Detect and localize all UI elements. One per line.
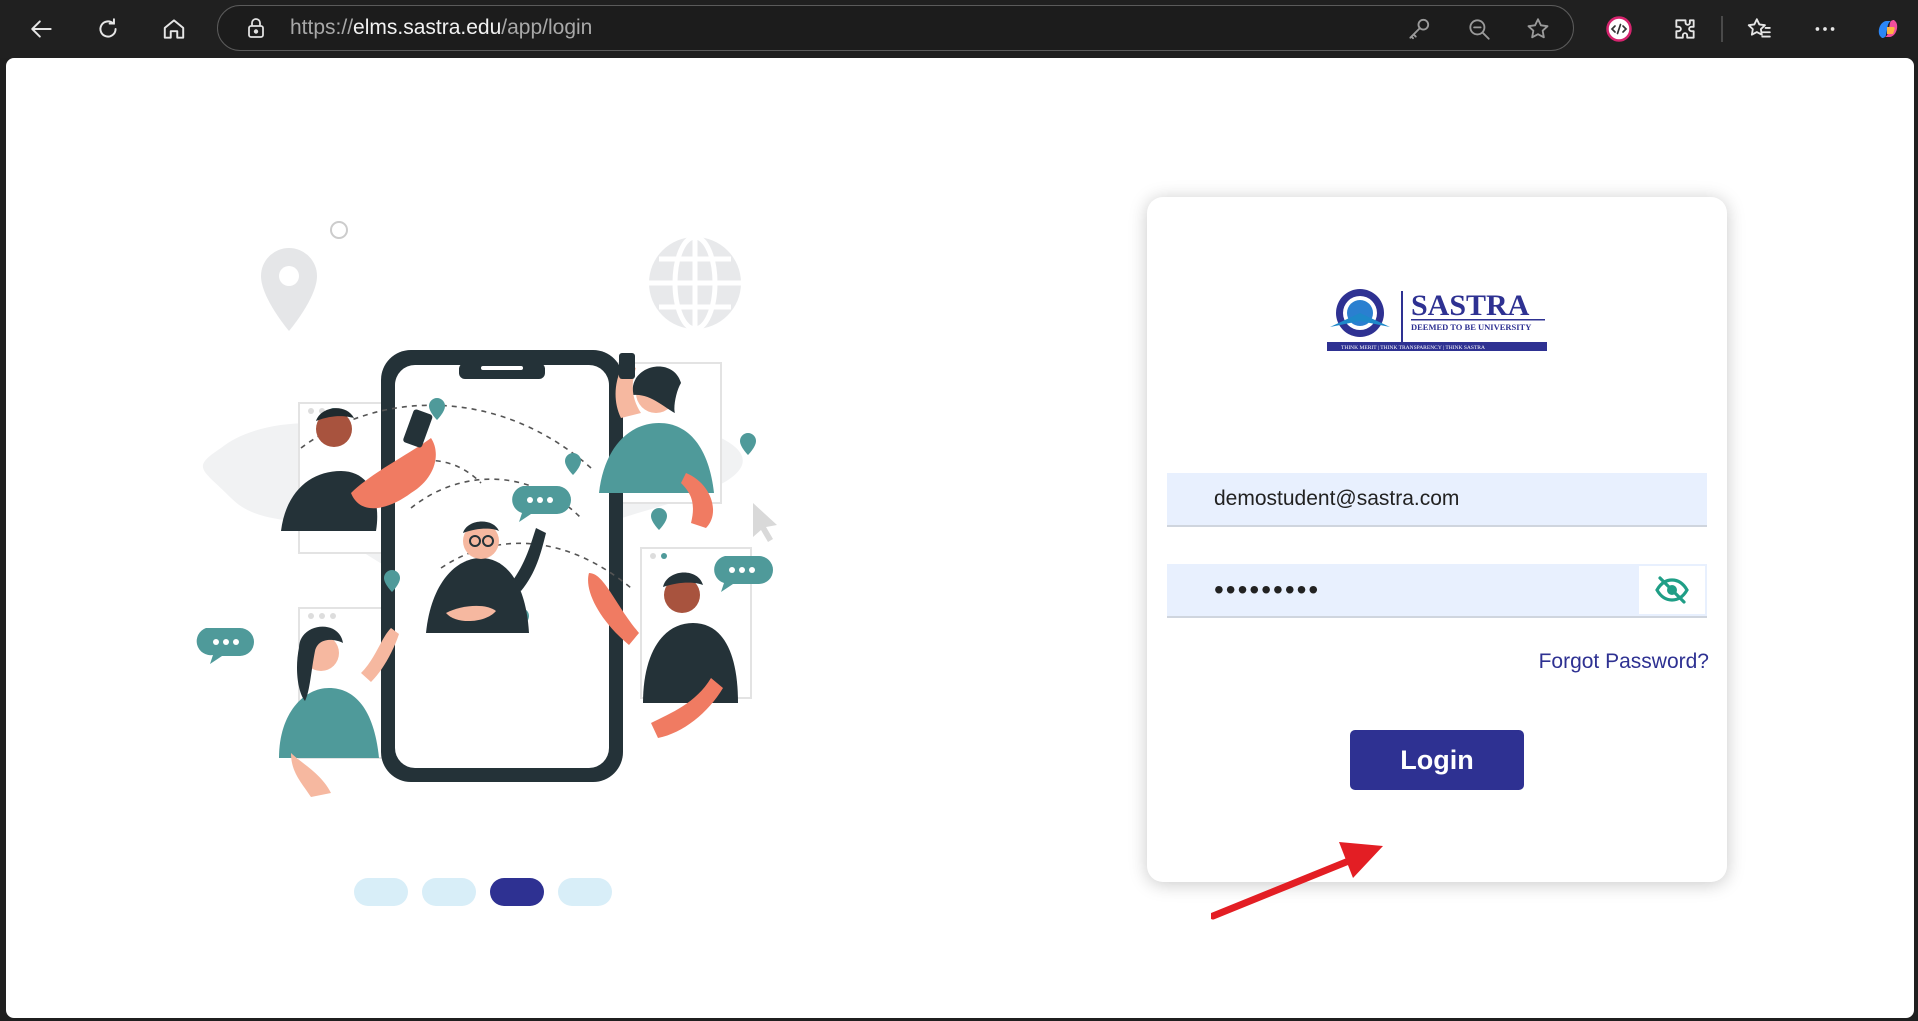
svg-text:SASTRA: SASTRA bbox=[1411, 289, 1530, 322]
favorites-icon[interactable] bbox=[1739, 9, 1779, 49]
login-button[interactable]: Login bbox=[1350, 730, 1524, 790]
password-field[interactable] bbox=[1167, 564, 1707, 618]
eye-slash-icon bbox=[1655, 576, 1689, 604]
carousel-dot[interactable] bbox=[354, 878, 408, 906]
zoom-out-icon[interactable] bbox=[1466, 16, 1492, 42]
svg-text:THINK MERIT | THINK TRANSPAREN: THINK MERIT | THINK TRANSPARENCY | THINK… bbox=[1341, 345, 1485, 351]
url-text[interactable]: https://elms.sastra.edu/app/login bbox=[290, 16, 592, 40]
address-bar[interactable]: https://elms.sastra.edu/app/login bbox=[217, 5, 1574, 51]
carousel-dot-active[interactable] bbox=[490, 878, 544, 906]
carousel-indicators bbox=[354, 878, 612, 906]
home-icon[interactable] bbox=[154, 9, 194, 49]
sastra-logo: SASTRA DEEMED TO BE UNIVERSITY THINK MER… bbox=[1327, 289, 1547, 351]
toolbar-divider bbox=[1721, 16, 1723, 42]
dev-extension-icon[interactable] bbox=[1599, 9, 1639, 49]
email-field[interactable] bbox=[1167, 473, 1707, 527]
toggle-password-visibility-button[interactable] bbox=[1639, 566, 1705, 614]
carousel-dot[interactable] bbox=[558, 878, 612, 906]
back-icon[interactable] bbox=[22, 9, 62, 49]
favorite-star-icon[interactable] bbox=[1525, 16, 1551, 42]
copilot-icon[interactable] bbox=[1868, 9, 1908, 49]
key-icon[interactable] bbox=[1406, 16, 1432, 42]
svg-text:DEEMED TO BE UNIVERSITY: DEEMED TO BE UNIVERSITY bbox=[1411, 322, 1531, 332]
login-card: SASTRA DEEMED TO BE UNIVERSITY THINK MER… bbox=[1147, 197, 1727, 882]
login-page: SASTRA DEEMED TO BE UNIVERSITY THINK MER… bbox=[6, 58, 1914, 1018]
carousel-dot[interactable] bbox=[422, 878, 476, 906]
password-input[interactable] bbox=[1167, 564, 1707, 616]
email-input[interactable] bbox=[1167, 473, 1707, 525]
forgot-password-link[interactable]: Forgot Password? bbox=[1539, 650, 1709, 674]
annotation-arrow bbox=[1211, 842, 1383, 920]
browser-toolbar: https://elms.sastra.edu/app/login bbox=[0, 0, 1918, 58]
more-menu-icon[interactable] bbox=[1805, 9, 1845, 49]
extensions-icon[interactable] bbox=[1665, 9, 1705, 49]
lock-icon[interactable] bbox=[244, 16, 268, 40]
people-communication-illustration bbox=[196, 221, 777, 797]
refresh-icon[interactable] bbox=[88, 9, 128, 49]
